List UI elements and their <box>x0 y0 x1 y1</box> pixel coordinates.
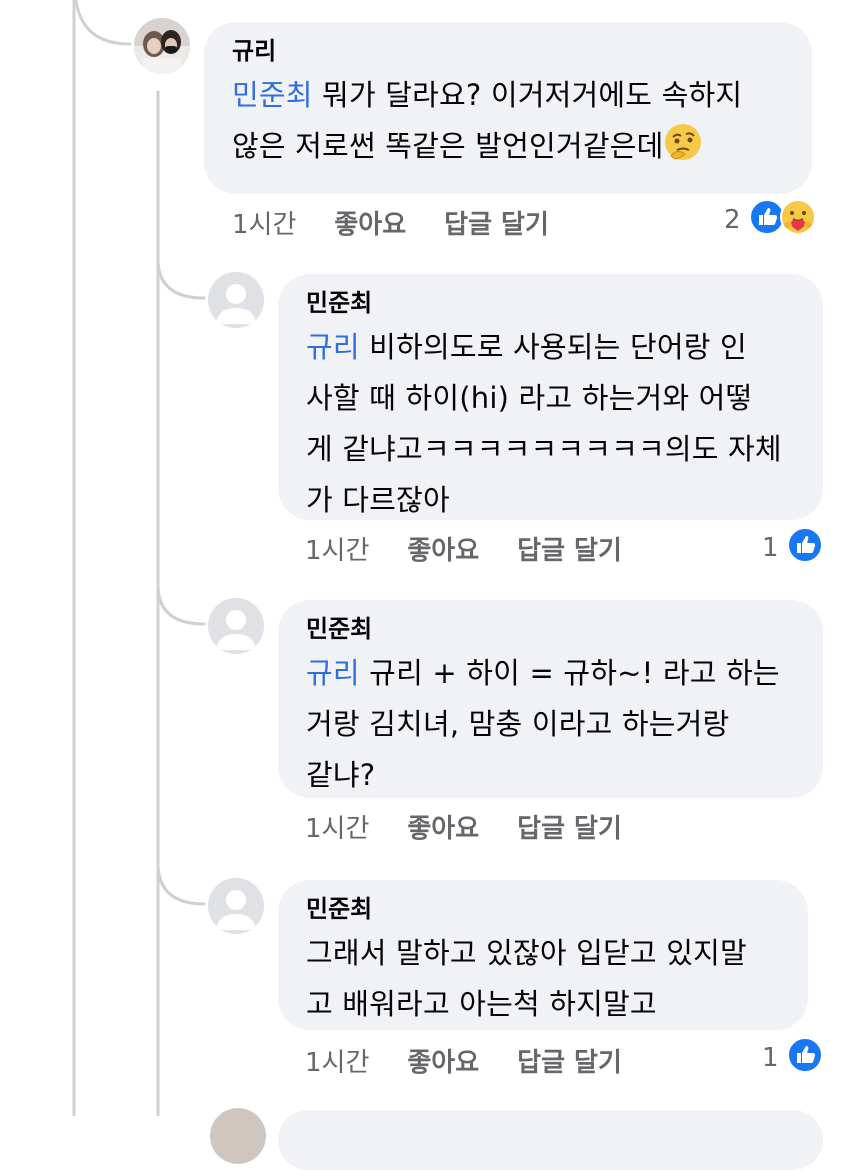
thinking-face-icon <box>663 122 703 178</box>
avatar[interactable] <box>134 18 190 74</box>
comment-actions: 1시간 좋아요 답글 달기 <box>305 528 622 568</box>
profile-photo <box>134 18 190 74</box>
comment-actions: 1시간 좋아요 답글 달기 <box>232 202 549 242</box>
thumbs-up-icon <box>786 1036 823 1080</box>
care-hug-icon <box>779 198 817 243</box>
thumbs-up-icon <box>786 526 823 570</box>
comment-text: 규리 규리 + 하이 = 규하~! 라고 하는 거랑 김치녀, 맘충 이라고 하… <box>306 656 780 792</box>
mention-link[interactable]: 규리 <box>306 656 360 690</box>
avatar[interactable] <box>208 272 264 328</box>
reply-button[interactable]: 답글 달기 <box>517 1042 622 1079</box>
default-user-icon <box>208 272 264 328</box>
avatar[interactable] <box>208 598 264 654</box>
comment-time[interactable]: 1시간 <box>305 1042 369 1079</box>
comment-bubble: 민준최 규리 규리 + 하이 = 규하~! 라고 하는 거랑 김치녀, 맘충 이… <box>278 600 823 798</box>
comment-author[interactable]: 규리 <box>232 36 786 66</box>
comment-time[interactable]: 1시간 <box>305 530 369 567</box>
like-button[interactable]: 좋아요 <box>407 530 479 567</box>
comment-text: 규리 비하의도로 사용되는 단어랑 인 사할 때 하이(hi) 라고 하는거와 … <box>306 330 782 517</box>
comment-text: 그래서 말하고 있잖아 입닫고 있지말 고 배워라고 아는척 하지말고 <box>306 936 747 1021</box>
comment-bubble: 규리 민준최 뭐가 달라요? 이거저거에도 속하지 않은 저로썬 똑같은 발언인… <box>204 22 812 194</box>
comment-time[interactable]: 1시간 <box>305 808 369 845</box>
mention-link[interactable]: 민준최 <box>232 78 313 112</box>
reaction-summary[interactable]: 2 <box>724 198 817 243</box>
reaction-summary[interactable]: 1 <box>762 1036 823 1080</box>
comment-bubble <box>278 1110 823 1170</box>
avatar[interactable] <box>210 1108 266 1164</box>
reaction-count: 1 <box>762 1043 779 1073</box>
comment-time[interactable]: 1시간 <box>232 204 296 241</box>
comment-actions: 1시간 좋아요 답글 달기 <box>305 806 622 846</box>
comment-author[interactable]: 민준최 <box>306 288 797 318</box>
comment-author[interactable]: 민준최 <box>306 894 782 924</box>
default-user-icon <box>208 878 264 934</box>
like-button[interactable]: 좋아요 <box>407 808 479 845</box>
reaction-count: 1 <box>762 533 779 563</box>
comment-author[interactable]: 민준최 <box>306 614 797 644</box>
reply-button[interactable]: 답글 달기 <box>517 808 622 845</box>
like-button[interactable]: 좋아요 <box>407 1042 479 1079</box>
reaction-count: 2 <box>724 205 741 235</box>
reply-button[interactable]: 답글 달기 <box>444 204 549 241</box>
avatar[interactable] <box>208 878 264 934</box>
comment-bubble: 민준최 규리 비하의도로 사용되는 단어랑 인 사할 때 하이(hi) 라고 하… <box>278 274 823 520</box>
default-user-icon <box>208 598 264 654</box>
reaction-summary[interactable]: 1 <box>762 526 823 570</box>
reply-button[interactable]: 답글 달기 <box>517 530 622 567</box>
comment-actions: 1시간 좋아요 답글 달기 <box>305 1040 622 1080</box>
comment-text: 민준최 뭐가 달라요? 이거저거에도 속하지 않은 저로썬 똑같은 발언인거같은… <box>232 70 786 178</box>
like-button[interactable]: 좋아요 <box>334 204 406 241</box>
comment-bubble: 민준최 그래서 말하고 있잖아 입닫고 있지말 고 배워라고 아는척 하지말고 <box>278 880 808 1030</box>
mention-link[interactable]: 규리 <box>306 330 360 364</box>
